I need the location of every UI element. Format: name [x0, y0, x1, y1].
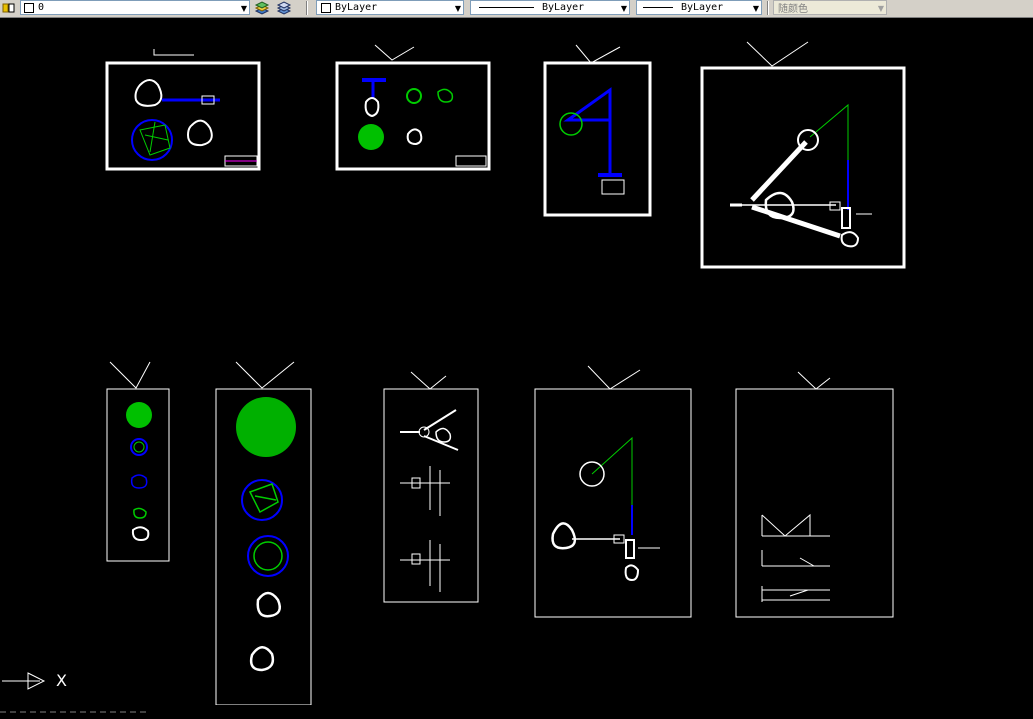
color-swatch	[321, 2, 331, 13]
drawing-sheet[interactable]	[534, 365, 692, 618]
linetype-value: ByLayer	[542, 2, 585, 13]
drawing-canvas[interactable]	[0, 17, 1033, 705]
dropdown-arrow-icon: ▼	[877, 4, 884, 13]
drawing-sheet[interactable]	[105, 49, 261, 171]
plotstyle-control-dropdown[interactable]: 随颜色 ▼	[773, 0, 887, 15]
lineweight-sample	[643, 7, 673, 8]
layer-color-swatch	[24, 2, 34, 13]
dropdown-arrow-icon: ▼	[240, 4, 247, 13]
drawing-sheet[interactable]	[335, 44, 491, 171]
layer-state-icon[interactable]	[2, 2, 16, 14]
lineweight-control-dropdown[interactable]: ByLayer ▼	[636, 0, 762, 15]
dropdown-arrow-icon: ▼	[752, 4, 759, 13]
lineweight-value: ByLayer	[681, 2, 724, 13]
drawing-sheet[interactable]	[700, 41, 906, 269]
dropdown-arrow-icon: ▼	[454, 4, 461, 13]
linetype-sample	[479, 7, 534, 8]
drawing-sheet[interactable]	[215, 361, 312, 705]
ucs-x-label: X	[56, 671, 67, 690]
color-value: ByLayer	[335, 2, 378, 13]
layer-name: 0	[38, 2, 45, 13]
toolbar-separator	[306, 1, 308, 15]
toolbar-separator	[767, 1, 769, 15]
drawing-sheet[interactable]	[543, 44, 652, 217]
drawing-sheet[interactable]	[383, 371, 479, 603]
plotstyle-value: 随颜色	[778, 4, 808, 15]
linetype-control-dropdown[interactable]: ByLayer ▼	[470, 0, 630, 15]
layer-previous-icon[interactable]	[254, 1, 270, 15]
dropdown-arrow-icon: ▼	[620, 4, 627, 13]
layer-dropdown[interactable]: 0 ▼	[20, 0, 250, 15]
ucs-icon	[2, 672, 46, 690]
layer-properties-icon[interactable]	[276, 1, 292, 15]
object-properties-toolbar: 0 ▼ ByLayer ▼ ByLayer ▼ ByLayer ▼ 随颜色 ▼	[0, 0, 1033, 18]
drawing-sheet[interactable]	[735, 371, 894, 618]
drawing-sheet[interactable]	[106, 361, 170, 562]
layout-tabs-strip	[0, 700, 160, 713]
color-control-dropdown[interactable]: ByLayer ▼	[316, 0, 464, 15]
